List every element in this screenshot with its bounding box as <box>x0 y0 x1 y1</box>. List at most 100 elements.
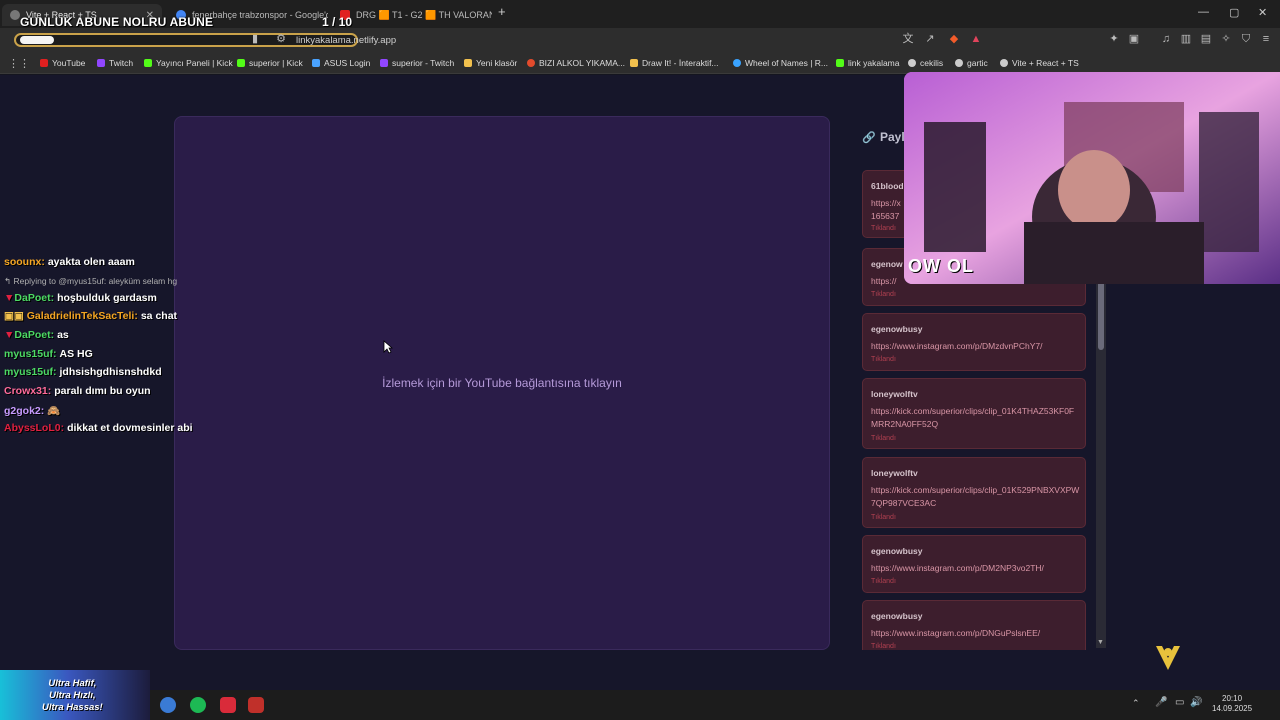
site-icon <box>527 59 535 67</box>
vpn-icon[interactable]: ⛉ <box>1240 33 1252 45</box>
webcam-scene <box>904 72 1280 284</box>
bookmark-kick-superior[interactable]: superior | Kick <box>237 58 303 68</box>
goal-progress-fill <box>20 36 54 44</box>
microphone-icon[interactable]: 🎤 <box>1155 697 1167 708</box>
link-card[interactable]: loneywolftv https://kick.com/superior/cl… <box>862 457 1086 528</box>
youtube-icon <box>40 59 48 67</box>
taskbar <box>150 690 1280 720</box>
overlay-goal-count: 1 / 10 <box>322 15 353 29</box>
card-link[interactable]: https://kick.com/superior/clips/clip_01K… <box>871 484 1081 510</box>
shared-links-title: Payl <box>880 130 905 144</box>
bookmark-drawit[interactable]: Draw It! - İnteraktif... <box>630 58 719 68</box>
video-placeholder-text: İzlemek için bir YouTube bağlantısına tı… <box>382 376 622 390</box>
bookmark-folder[interactable]: Yeni klasör <box>464 58 517 68</box>
screenshot-icon[interactable]: ▣ <box>1128 33 1140 45</box>
chat-message: AbyssLoL0: dikkat et dovmesinler abi <box>4 422 193 434</box>
site-settings-icon[interactable]: ⚙ <box>275 33 287 45</box>
media-icon[interactable]: ♫ <box>1160 33 1172 45</box>
bookmark-twitch-superior[interactable]: superior - Twitch <box>380 58 454 68</box>
card-status: Tıklandı <box>871 435 896 442</box>
new-tab-icon[interactable]: + <box>498 4 506 19</box>
tab-label: DRG 🟧 T1 - G2 🟧 TH VALORANT ( <box>356 9 492 20</box>
bookmark-vite[interactable]: Vite + React + TS <box>1000 58 1079 68</box>
link-card[interactable]: egenowbusy https://www.instagram.com/p/D… <box>862 535 1086 593</box>
link-icon: 🔗 <box>862 132 876 144</box>
apps-grid-icon[interactable]: ⋮⋮ <box>8 58 30 70</box>
globe-icon <box>10 10 20 20</box>
bookmark-asus[interactable]: ASUS Login <box>312 58 370 68</box>
bookmark-twitch[interactable]: Twitch <box>97 58 133 68</box>
app-icon[interactable] <box>160 697 176 713</box>
leo-icon[interactable]: ✧ <box>1220 33 1232 45</box>
scroll-down-icon[interactable]: ▼ <box>1097 639 1104 646</box>
scrollbar-thumb[interactable] <box>1098 280 1104 350</box>
card-username: egenowbusy <box>871 611 923 621</box>
maximize-icon[interactable]: ▢ <box>1229 6 1239 19</box>
twitch-icon <box>97 59 105 67</box>
twitch-icon <box>380 59 388 67</box>
card-status: Tıklandı <box>871 225 896 232</box>
translate-icon[interactable]: 文 <box>902 33 914 45</box>
chat-message: ▣▣ GaladrielinTekSacTeli: sa chat <box>4 310 178 322</box>
extensions-icon[interactable]: ✦ <box>1108 33 1120 45</box>
chat-message: Crowx31: paralı dımı bu oyun <box>4 385 151 397</box>
globe-icon <box>1000 59 1008 67</box>
bookmark-youtube[interactable]: YouTube <box>40 58 85 68</box>
badge-icon: ▼ <box>4 292 15 304</box>
tray-chevron-icon[interactable]: ⌃ <box>1132 698 1140 709</box>
menu-icon[interactable]: ≡ <box>1260 33 1272 45</box>
card-username: 61blood <box>871 181 904 191</box>
card-status: Tıklandı <box>871 578 896 585</box>
chat-message: myus15uf: jdhsishgdhisnshdkd <box>4 366 162 378</box>
app-icon[interactable] <box>220 697 236 713</box>
link-card[interactable]: egenowbusy https://www.instagram.com/p/D… <box>862 600 1086 650</box>
wheel-icon <box>733 59 741 67</box>
bookmark-icon[interactable]: ▮ <box>249 33 261 45</box>
brand-logo-icon <box>1156 646 1180 670</box>
card-username: loneywolftv <box>871 468 918 478</box>
chat-message: myus15uf: AS HG <box>4 348 93 360</box>
bookmark-alkol[interactable]: BIZI ALKOL YIKAMA... <box>527 58 625 68</box>
bookmark-link-yakalama[interactable]: link yakalama <box>836 58 900 68</box>
tab-youtube[interactable]: DRG 🟧 T1 - G2 🟧 TH VALORANT ( <box>332 4 492 26</box>
card-link[interactable]: https://www.instagram.com/p/DMzdvnPChY7/ <box>871 340 1081 353</box>
link-card[interactable]: loneywolftv https://kick.com/superior/cl… <box>862 378 1086 449</box>
bookmark-wheel[interactable]: Wheel of Names | R... <box>733 58 828 68</box>
rewards-icon[interactable]: ▲ <box>970 33 982 45</box>
close-window-icon[interactable]: ✕ <box>1258 6 1267 19</box>
volume-icon[interactable]: 🔊 <box>1190 697 1202 708</box>
kick-icon <box>836 59 844 67</box>
sidebar-icon[interactable]: ▥ <box>1180 33 1192 45</box>
app-icon[interactable] <box>248 697 264 713</box>
card-username: egenowbusy <box>871 324 923 334</box>
share-icon[interactable]: ↗ <box>924 33 936 45</box>
minimize-icon[interactable]: — <box>1198 6 1209 18</box>
card-link[interactable]: https://kick.com/superior/clips/clip_01K… <box>871 405 1081 431</box>
bookmark-kick-panel[interactable]: Yayıncı Paneli | Kick <box>144 58 233 68</box>
card-username: egenowbusy <box>871 546 923 556</box>
card-status: Tıklandı <box>871 356 896 363</box>
chat-reply-context: ↰ Replying to @myus15uf: aleyküm selam h… <box>4 276 178 286</box>
url-field[interactable]: linkyakalama.netlify.app <box>296 35 396 46</box>
sponsor-banner-text: Ultra Hafif, Ultra Hızlı, Ultra Hassas! <box>42 678 103 713</box>
pencil-icon <box>630 59 638 67</box>
card-status: Tıklandı <box>871 291 896 298</box>
card-status: Tıklandı <box>871 643 896 650</box>
webcam-feed <box>904 72 1280 284</box>
bookmark-gartic[interactable]: gartic <box>955 58 988 68</box>
folder-icon <box>464 59 472 67</box>
globe-icon <box>908 59 916 67</box>
link-card[interactable]: egenowbusy https://www.instagram.com/p/D… <box>862 313 1086 371</box>
network-icon[interactable]: ▭ <box>1175 697 1184 708</box>
card-link[interactable]: https://www.instagram.com/p/DM2NP3vo2TH/ <box>871 562 1081 575</box>
card-status: Tıklandı <box>871 514 896 521</box>
card-link[interactable]: https://x 165637 <box>871 197 901 223</box>
spotify-icon[interactable] <box>190 697 206 713</box>
bookmark-cekilis[interactable]: cekilis <box>908 58 943 68</box>
card-link[interactable]: https://www.instagram.com/p/DNGuPslsnEE/ <box>871 627 1081 640</box>
wallet-icon[interactable]: ▤ <box>1200 33 1212 45</box>
chat-message: soounx: ayakta olen aaam <box>4 256 135 268</box>
system-clock[interactable]: 20:10 14.09.2025 <box>1212 694 1252 714</box>
brave-shield-icon[interactable]: ◆ <box>948 33 960 45</box>
chat-message: ▼DaPoet: hoşbulduk gardasm <box>4 292 157 304</box>
